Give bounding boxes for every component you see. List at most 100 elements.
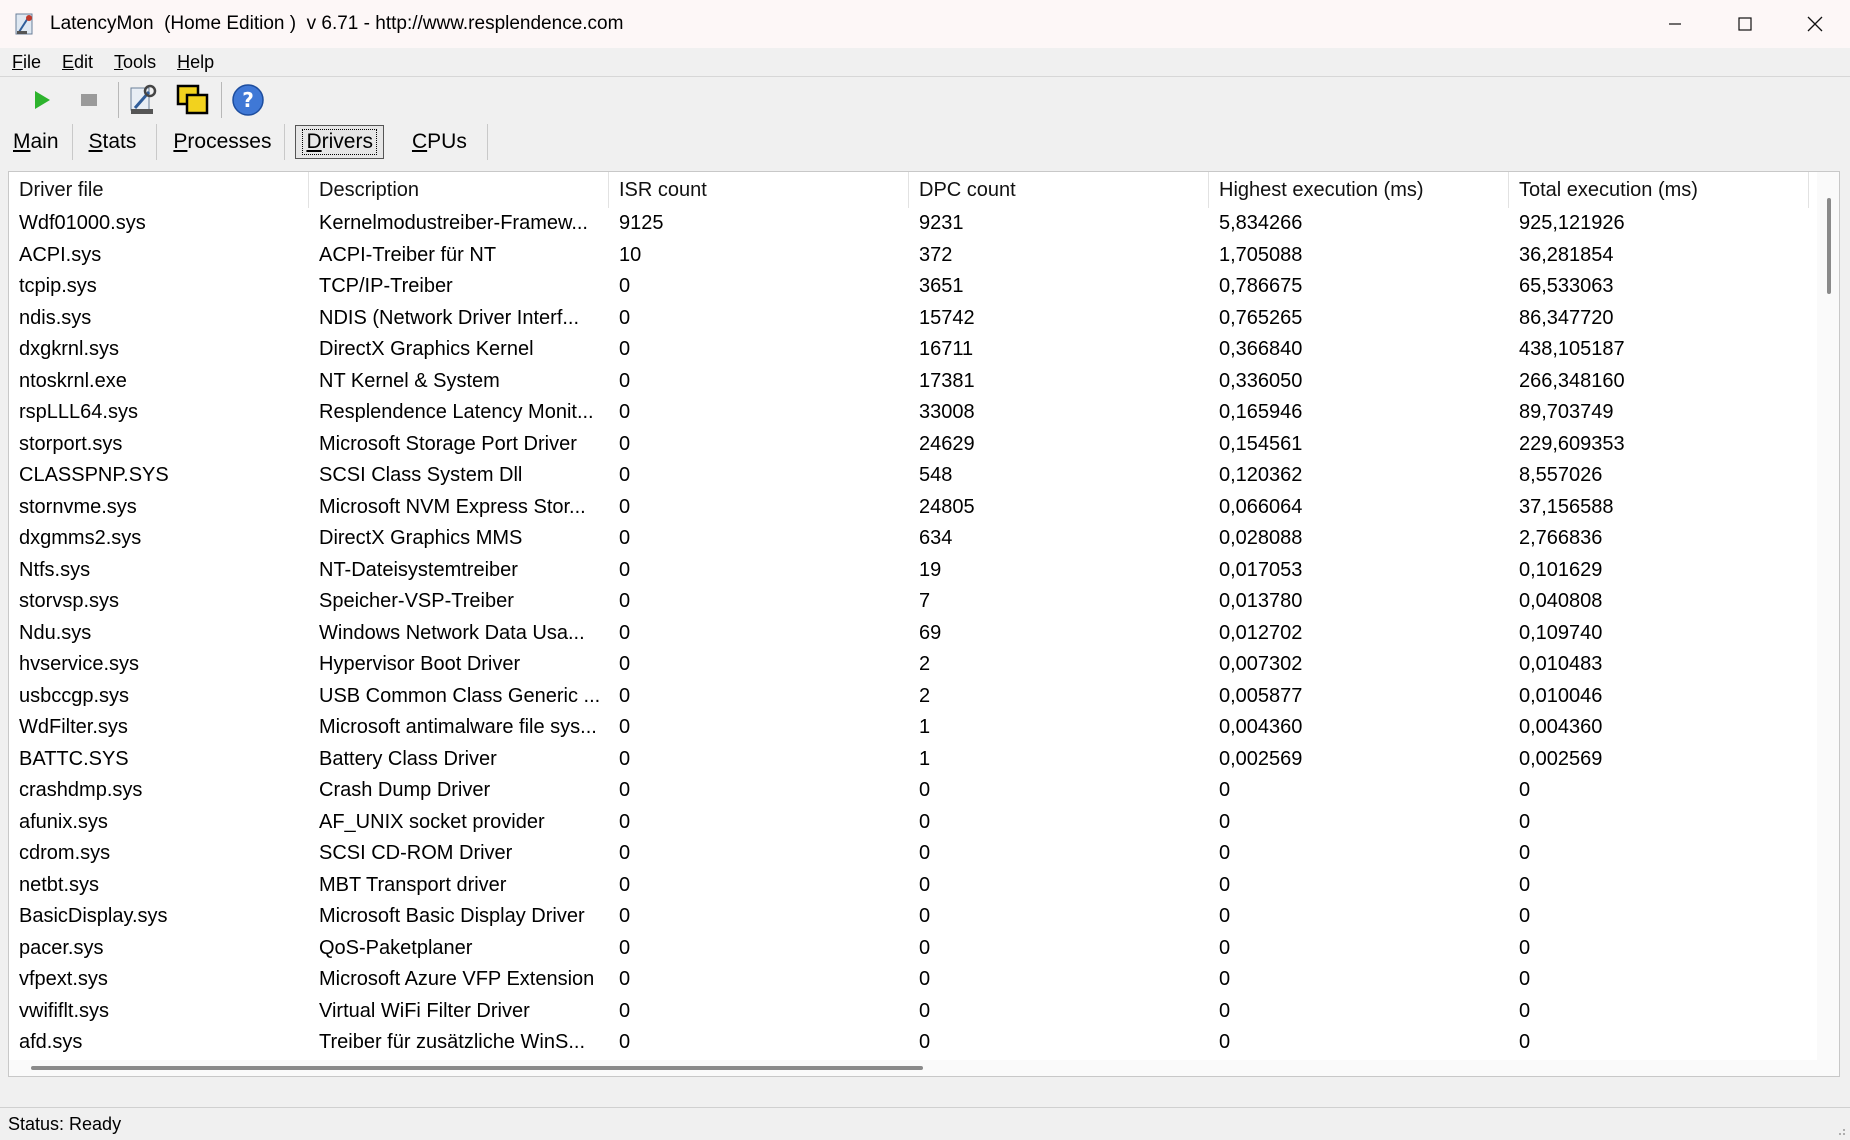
table-row[interactable]: tcpip.sys TCP/IP-Treiber 0 3651 0,786675 65,5… bbox=[9, 271, 1819, 303]
description-cell: Speicher-VSP-Treiber bbox=[319, 590, 514, 613]
table-row[interactable]: ndis.sys NDIS (Network Driver Interf... 0 1… bbox=[9, 303, 1819, 335]
play-icon bbox=[35, 91, 50, 109]
menu-edit[interactable]: Edit bbox=[60, 52, 95, 73]
tools-button[interactable] bbox=[125, 80, 165, 120]
column-header-highest-execution[interactable]: Highest execution (ms) bbox=[1209, 172, 1509, 208]
menu-tools[interactable]: Tools bbox=[112, 52, 158, 73]
tab-drivers-focus: Drivers bbox=[302, 129, 377, 155]
isr-count-cell: 0 bbox=[619, 905, 631, 928]
driver-file-cell: dxgkrnl.sys bbox=[19, 338, 120, 361]
windows-button[interactable] bbox=[172, 80, 212, 120]
table-row[interactable]: dxgkrnl.sys DirectX Graphics Kernel 0 16711… bbox=[9, 334, 1819, 366]
description-cell: NT-Dateisystemtreiber bbox=[319, 558, 518, 581]
driver-file-cell: cdrom.sys bbox=[19, 842, 111, 865]
horizontal-scroll-thumb[interactable] bbox=[31, 1066, 923, 1070]
menu-help[interactable]: Help bbox=[175, 52, 216, 73]
table-row[interactable]: Ndu.sys Windows Network Data Usa... 0 69 0,0… bbox=[9, 618, 1819, 650]
tab-drivers-label: rivers bbox=[321, 130, 373, 153]
tab-cpus[interactable]: C PUs bbox=[394, 124, 488, 160]
total-execution-cell: 0 bbox=[1519, 810, 1531, 833]
highest-execution-cell: 0,165946 bbox=[1219, 401, 1303, 424]
table-row[interactable]: BATTC.SYS Battery Class Driver 0 1 0,002569 0… bbox=[9, 744, 1819, 776]
table-row[interactable]: dxgmms2.sys DirectX Graphics MMS 0 634 0,028… bbox=[9, 523, 1819, 555]
highest-execution-cell: 5,834266 bbox=[1219, 212, 1303, 235]
tab-processes[interactable]: Processes bbox=[157, 124, 286, 160]
tab-main-label: ain bbox=[30, 130, 59, 153]
table-row[interactable]: stornvme.sys Microsoft NVM Express Stor..… bbox=[9, 492, 1819, 524]
table-row[interactable]: ntoskrnl.exe NT Kernel & System 0 17381 0,33… bbox=[9, 366, 1819, 398]
resize-grip-icon[interactable] bbox=[1834, 1124, 1846, 1136]
tab-drivers[interactable]: Drivers bbox=[295, 125, 384, 159]
table-row[interactable]: usbccgp.sys USB Common Class Generic ... 0… bbox=[9, 681, 1819, 713]
help-button[interactable]: ? bbox=[228, 80, 268, 120]
tab-stats[interactable]: Stats bbox=[73, 124, 158, 160]
table-row[interactable]: Ntfs.sys NT-Dateisystemtreiber 0 19 0,017053… bbox=[9, 555, 1819, 587]
highest-execution-cell: 0,013780 bbox=[1219, 590, 1303, 613]
total-execution-cell: 229,609353 bbox=[1519, 432, 1625, 455]
total-execution-cell: 0 bbox=[1519, 873, 1531, 896]
description-cell: TCP/IP-Treiber bbox=[319, 275, 453, 298]
table-row[interactable]: ACPI.sys ACPI-Treiber für NT 10 372 1,705088… bbox=[9, 240, 1819, 272]
isr-count-cell: 0 bbox=[619, 401, 631, 424]
table-row[interactable]: WdFilter.sys Microsoft antimalware file s… bbox=[9, 712, 1819, 744]
menu-file[interactable]: File bbox=[10, 52, 43, 73]
latencymon-app-icon[interactable] bbox=[14, 12, 38, 36]
highest-execution-cell: 0,005877 bbox=[1219, 684, 1303, 707]
driver-file-cell: vwififlt.sys bbox=[19, 999, 109, 1022]
description-cell: Kernelmodustreiber-Framew... bbox=[319, 212, 588, 235]
tab-strip: Main Stats Processes Drivers C PUs bbox=[0, 122, 488, 162]
isr-count-cell: 0 bbox=[619, 747, 631, 770]
dpc-count-cell: 0 bbox=[919, 842, 931, 865]
table-row[interactable]: crashdmp.sys Crash Dump Driver 0 0 0 0 bbox=[9, 775, 1819, 807]
table-row[interactable]: BasicDisplay.sys Microsoft Basic Display … bbox=[9, 901, 1819, 933]
start-monitoring-button[interactable] bbox=[22, 80, 62, 120]
stop-monitoring-button[interactable] bbox=[69, 80, 109, 120]
vertical-scrollbar[interactable] bbox=[1817, 172, 1839, 1076]
column-header-dpc-count[interactable]: DPC count bbox=[909, 172, 1209, 208]
highest-execution-cell: 0,120362 bbox=[1219, 464, 1303, 487]
dpc-count-cell: 24805 bbox=[919, 495, 975, 518]
close-button[interactable] bbox=[1780, 0, 1850, 48]
maximize-button[interactable] bbox=[1710, 0, 1780, 48]
dpc-count-cell: 1 bbox=[919, 716, 931, 739]
isr-count-cell: 0 bbox=[619, 338, 631, 361]
driver-file-cell: ntoskrnl.exe bbox=[19, 369, 127, 392]
description-cell: AF_UNIX socket provider bbox=[319, 810, 545, 833]
table-row[interactable]: CLASSPNP.SYS SCSI Class System Dll 0 548 0,1… bbox=[9, 460, 1819, 492]
driver-file-cell: BATTC.SYS bbox=[19, 747, 129, 770]
table-row[interactable]: afd.sys Treiber für zusätzliche WinS... 0 0… bbox=[9, 1027, 1819, 1059]
driver-file-cell: dxgmms2.sys bbox=[19, 527, 142, 550]
dpc-count-cell: 17381 bbox=[919, 369, 975, 392]
column-header-total-execution[interactable]: Total execution (ms) bbox=[1509, 172, 1809, 208]
driver-file-cell: afd.sys bbox=[19, 1031, 83, 1054]
vertical-scroll-thumb[interactable] bbox=[1827, 198, 1831, 294]
total-execution-cell: 0 bbox=[1519, 905, 1531, 928]
tab-main[interactable]: Main bbox=[0, 124, 73, 160]
table-row[interactable]: storport.sys Microsoft Storage Port Drive… bbox=[9, 429, 1819, 461]
table-row[interactable]: netbt.sys MBT Transport driver 0 0 0 0 bbox=[9, 870, 1819, 902]
table-row[interactable]: rspLLL64.sys Resplendence Latency Monit..… bbox=[9, 397, 1819, 429]
table-row[interactable]: storvsp.sys Speicher-VSP-Treiber 0 7 0,01378… bbox=[9, 586, 1819, 618]
table-row[interactable]: vwififlt.sys Virtual WiFi Filter Driver 0 0… bbox=[9, 996, 1819, 1028]
highest-execution-cell: 0 bbox=[1219, 999, 1231, 1022]
table-row[interactable]: Wdf01000.sys Kernelmodustreiber-Framew...… bbox=[9, 208, 1819, 240]
description-cell: DirectX Graphics MMS bbox=[319, 527, 523, 550]
description-cell: USB Common Class Generic ... bbox=[319, 684, 601, 707]
highest-execution-cell: 0,066064 bbox=[1219, 495, 1303, 518]
table-row[interactable]: pacer.sys QoS-Paketplaner 0 0 0 0 bbox=[9, 933, 1819, 965]
isr-count-cell: 0 bbox=[619, 464, 631, 487]
total-execution-cell: 0 bbox=[1519, 999, 1531, 1022]
horizontal-scrollbar[interactable] bbox=[9, 1060, 1819, 1076]
column-header-driver-file[interactable]: Driver file bbox=[9, 172, 309, 208]
column-header-isr-count[interactable]: ISR count bbox=[609, 172, 909, 208]
tab-processes-accelerator: P bbox=[173, 130, 188, 153]
minimize-button[interactable] bbox=[1640, 0, 1710, 48]
table-row[interactable]: afunix.sys AF_UNIX socket provider 0 0 0 0 bbox=[9, 807, 1819, 839]
table-row[interactable]: vfpext.sys Microsoft Azure VFP Extension 0… bbox=[9, 964, 1819, 996]
isr-count-cell: 0 bbox=[619, 590, 631, 613]
total-execution-cell: 266,348160 bbox=[1519, 369, 1625, 392]
table-row[interactable]: cdrom.sys SCSI CD-ROM Driver 0 0 0 0 bbox=[9, 838, 1819, 870]
table-row[interactable]: hvservice.sys Hypervisor Boot Driver 0 2 0,0… bbox=[9, 649, 1819, 681]
column-header-description[interactable]: Description bbox=[309, 172, 609, 208]
isr-count-cell: 9125 bbox=[619, 212, 664, 235]
